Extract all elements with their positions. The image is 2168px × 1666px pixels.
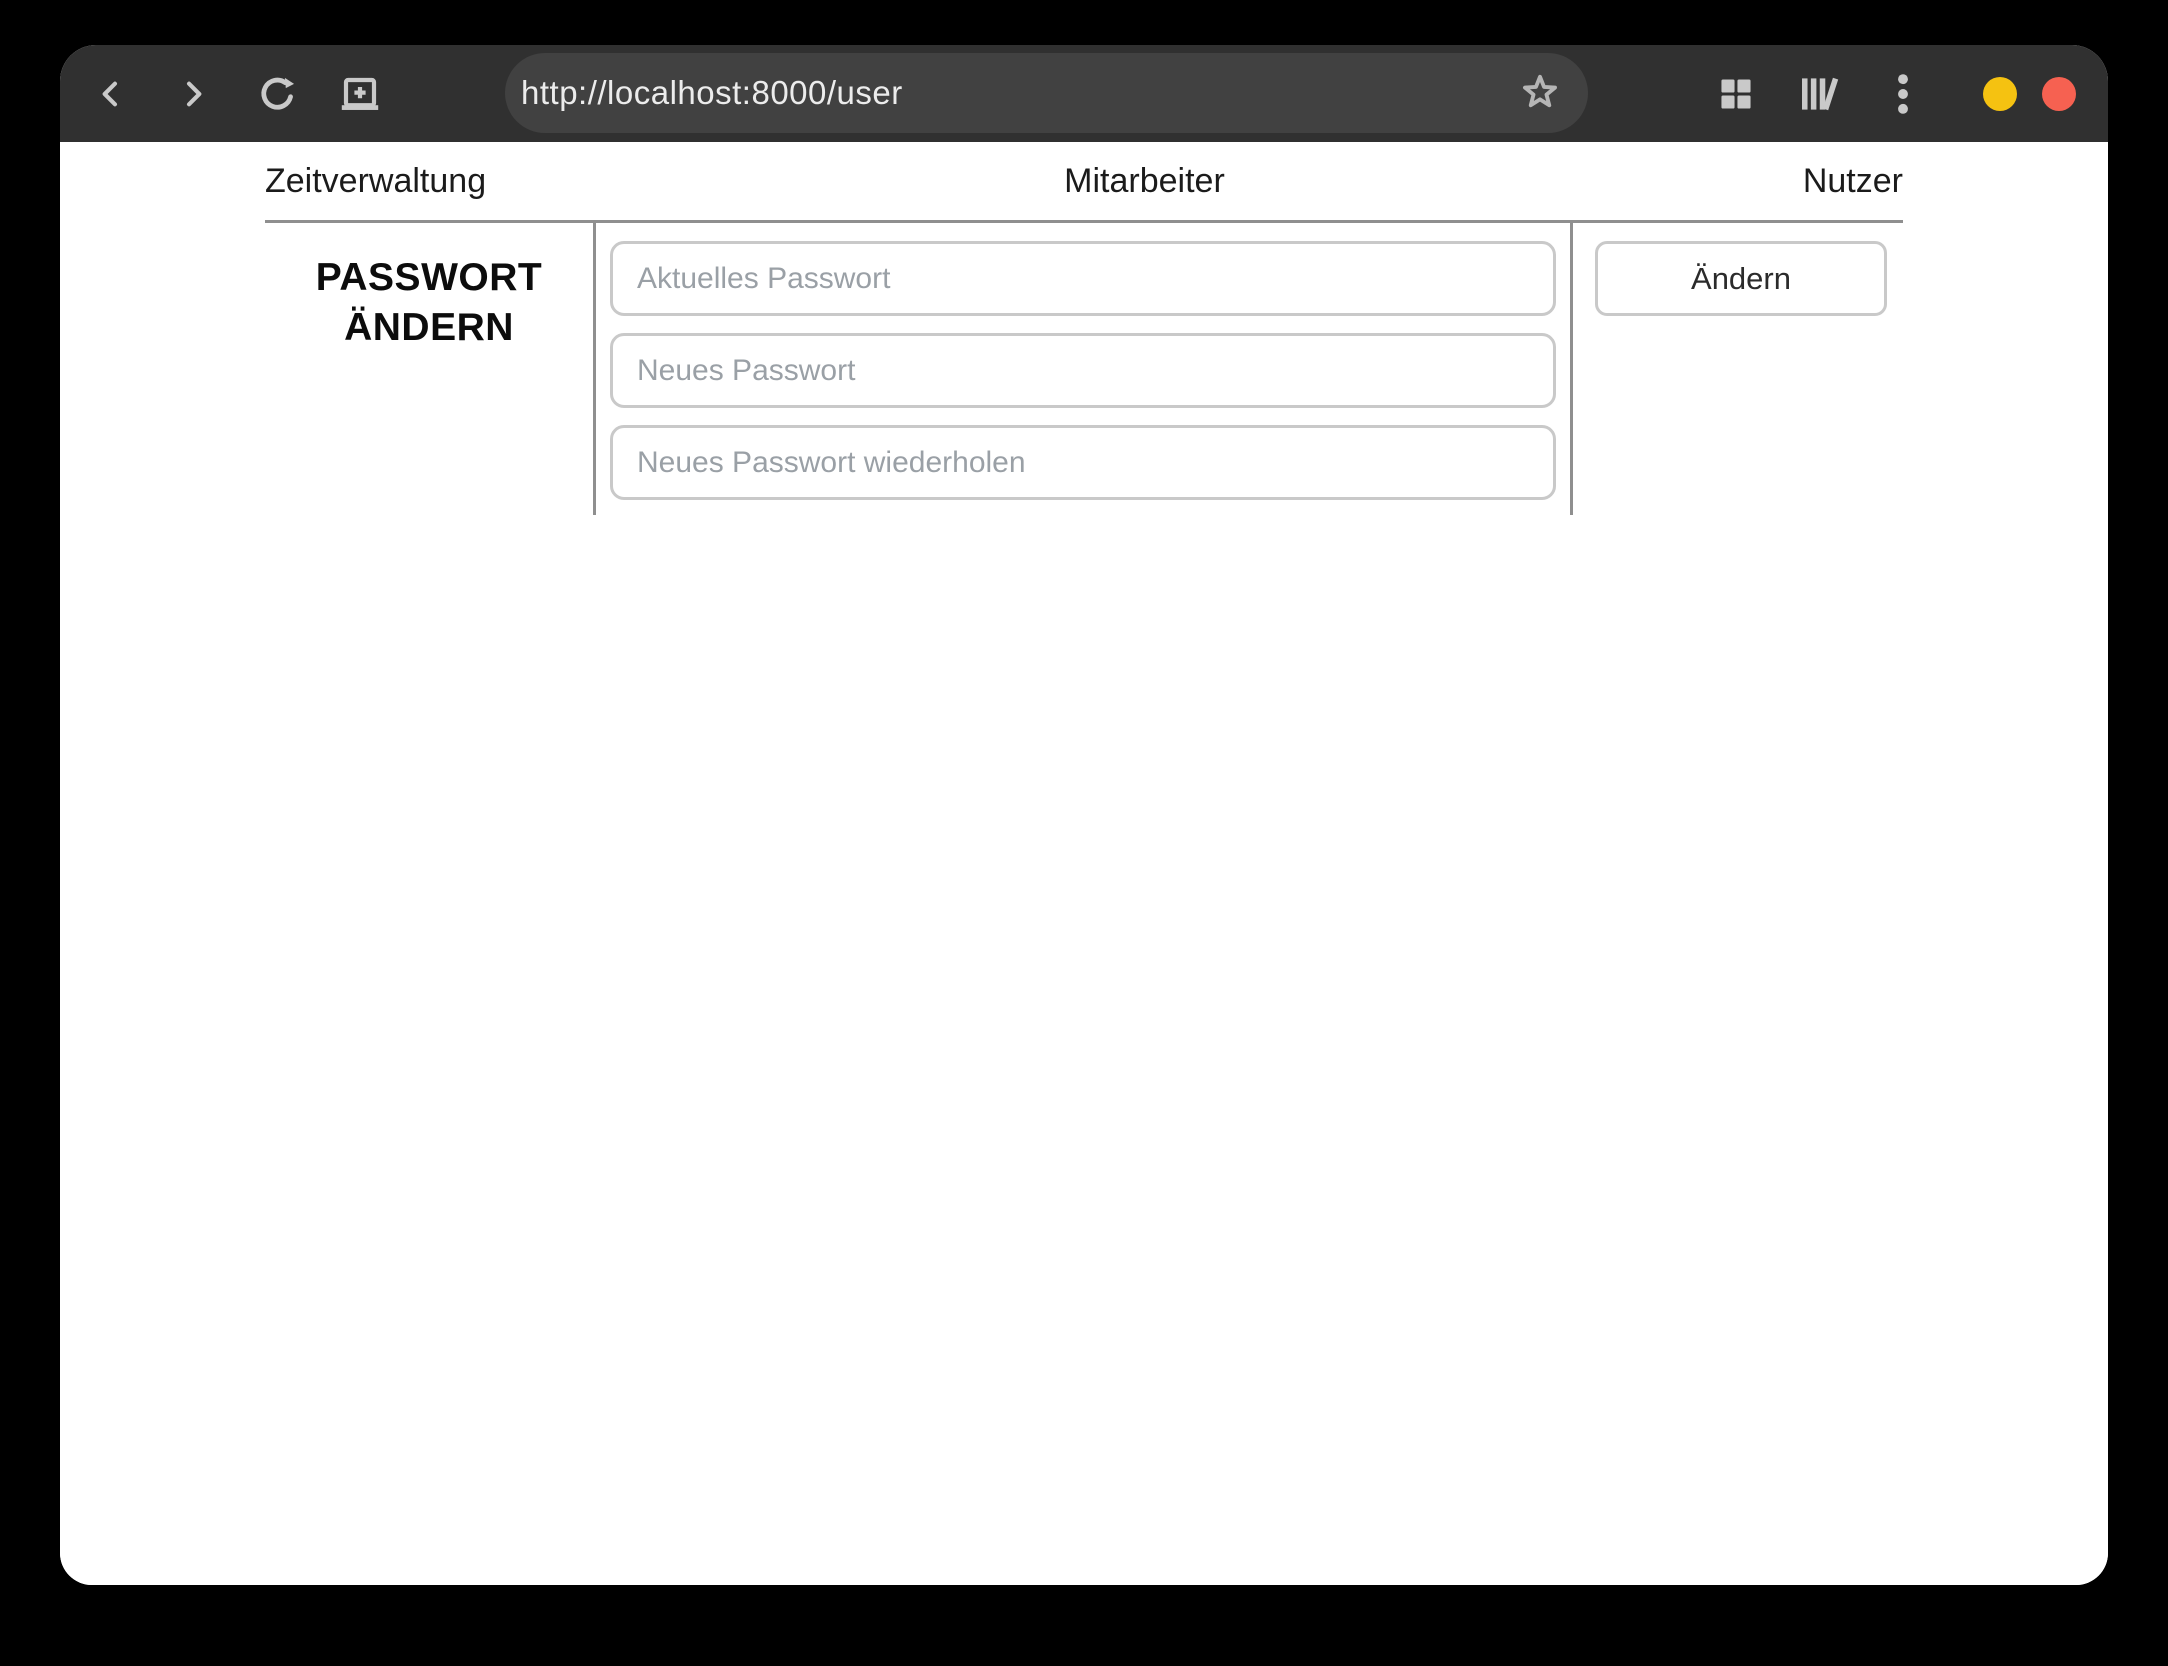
bookmark-button[interactable] xyxy=(1519,71,1561,116)
page-content: Zeitverwaltung Mitarbeiter Nutzer PASSWO… xyxy=(60,142,2108,1585)
main-navigation: Zeitverwaltung Mitarbeiter Nutzer xyxy=(265,142,1903,223)
library-icon xyxy=(1799,76,1841,112)
url-bar[interactable]: http://localhost:8000/user xyxy=(505,53,1588,133)
forward-icon xyxy=(174,75,212,113)
password-change-section: PASSWORT ÄNDERN Ändern xyxy=(265,223,1903,515)
section-title: PASSWORT ÄNDERN xyxy=(265,253,593,353)
nav-item-mitarbeiter[interactable]: Mitarbeiter xyxy=(1064,162,1225,201)
change-password-button[interactable]: Ändern xyxy=(1595,241,1887,316)
current-password-input[interactable] xyxy=(610,241,1556,316)
kebab-menu-icon xyxy=(1888,73,1918,115)
apps-grid-button[interactable] xyxy=(1720,78,1752,110)
section-heading-cell: PASSWORT ÄNDERN xyxy=(265,223,593,515)
url-text: http://localhost:8000/user xyxy=(521,74,903,111)
password-fields-cell xyxy=(593,223,1573,515)
repeat-password-input[interactable] xyxy=(610,425,1556,500)
grid-icon xyxy=(1720,78,1752,110)
forward-button[interactable] xyxy=(174,75,212,113)
minimize-button[interactable] xyxy=(1983,76,2017,111)
browser-window: http://localhost:8000/user Zeitverwaltun… xyxy=(60,45,2108,1585)
menu-button[interactable] xyxy=(1888,73,1918,115)
back-button[interactable] xyxy=(92,75,130,113)
section-title-line2: ÄNDERN xyxy=(344,306,514,349)
new-password-input[interactable] xyxy=(610,333,1556,408)
bookmark-star-icon xyxy=(1519,74,1561,116)
nav-item-zeitverwaltung[interactable]: Zeitverwaltung xyxy=(265,162,486,201)
browser-titlebar: http://localhost:8000/user xyxy=(60,45,2108,142)
section-title-line1: PASSWORT xyxy=(315,256,543,299)
library-button[interactable] xyxy=(1799,76,1841,112)
new-window-button[interactable] xyxy=(339,75,381,113)
submit-cell: Ändern xyxy=(1573,223,1903,515)
nav-item-nutzer[interactable]: Nutzer xyxy=(1803,162,1903,201)
back-icon xyxy=(92,75,130,113)
reload-icon xyxy=(255,72,299,116)
new-window-icon xyxy=(339,75,381,113)
reload-button[interactable] xyxy=(255,72,299,116)
close-button[interactable] xyxy=(2042,76,2076,111)
